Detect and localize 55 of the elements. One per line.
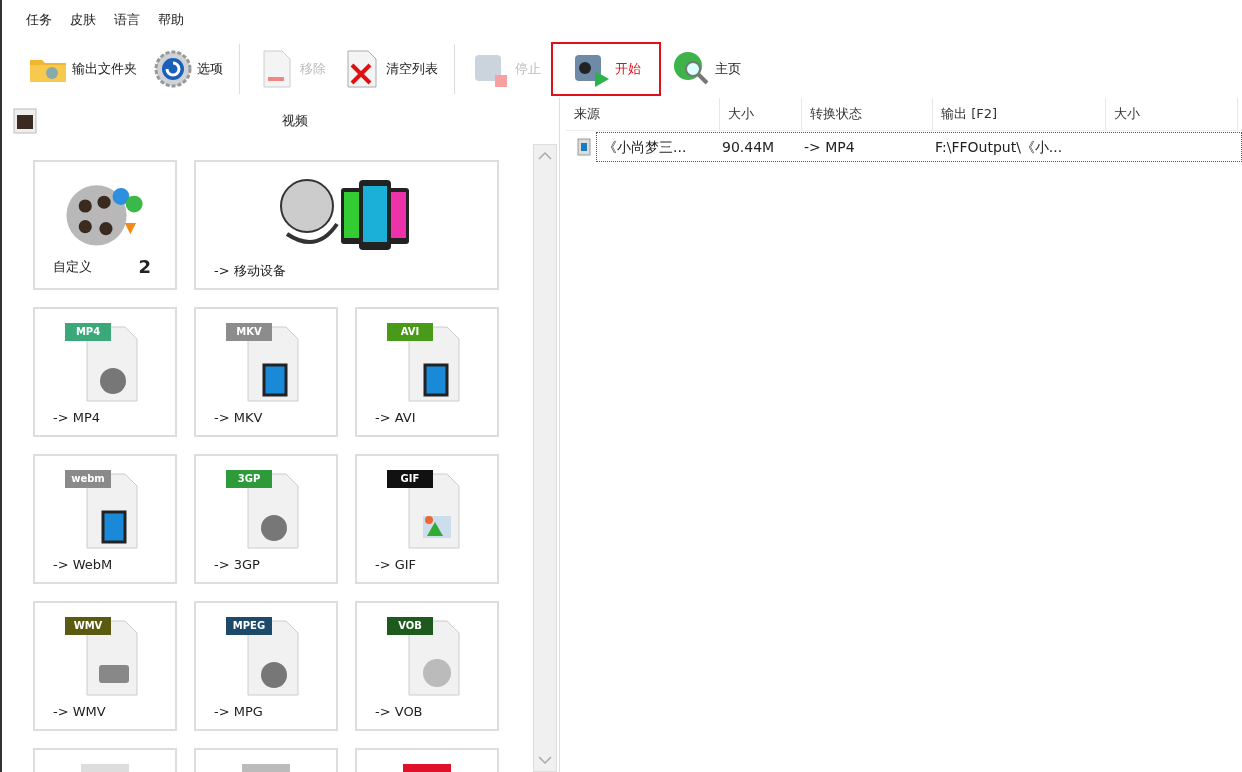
tile-label: -> MKV — [214, 408, 263, 427]
column-header[interactable]: 来源 — [566, 98, 720, 130]
toolbar-button[interactable]: 主页 — [665, 42, 747, 96]
menu-item[interactable]: 任务 — [26, 10, 52, 30]
table-cell-text: F:\FFOutput\《小... — [934, 137, 1064, 157]
format-tile[interactable]: webm -> WebM — [33, 454, 177, 584]
table-cell-text: 《小尚梦三... — [602, 137, 688, 157]
tile-label: -> 移动设备 — [214, 261, 286, 280]
tile-label: -> MP4 — [53, 408, 101, 427]
table-row[interactable]: 《小尚梦三... 90.44M -> MP4 F:\FFOutput\《小... — [596, 132, 1242, 162]
format-tile[interactable]: MKV -> MKV — [194, 307, 338, 437]
column-header[interactable]: 转换状态 — [802, 98, 933, 130]
format-tile[interactable]: MP4 -> MP4 — [33, 307, 177, 437]
toolbar-button[interactable]: 选项 — [147, 42, 229, 96]
format-badge: AVI — [387, 323, 433, 341]
format-tile[interactable]: MPEG -> MPG — [194, 601, 338, 731]
tile-label: -> 3GP — [214, 555, 260, 574]
format-badge: GIF — [387, 470, 433, 488]
format-badge: MKV — [226, 323, 272, 341]
table-cell-text: -> MP4 — [803, 137, 856, 157]
menu-item[interactable]: 皮肤 — [70, 10, 96, 30]
format-tile[interactable]: 3GP -> 3GP — [194, 454, 338, 584]
count-label: 2 — [138, 255, 151, 279]
tile-label: -> GIF — [375, 555, 417, 574]
menu-item[interactable]: 语言 — [114, 10, 140, 30]
format-tile[interactable]: GIF -> GIF — [355, 454, 499, 584]
format-badge: MPEG — [226, 617, 272, 635]
tile-label: -> WMV — [53, 702, 106, 721]
tile-label: -> WebM — [53, 555, 113, 574]
tile-label: -> MPG — [214, 702, 263, 721]
format-tile[interactable]: -> 移动设备 — [194, 160, 499, 290]
panel-title: 视频 — [282, 112, 308, 131]
format-badge: 3GP — [226, 470, 272, 488]
format-tile[interactable]: WMV -> WMV — [33, 601, 177, 731]
format-tile[interactable]: VOB -> VOB — [355, 601, 499, 731]
toolbar-button[interactable]: 输出文件夹 — [22, 42, 143, 96]
column-header[interactable]: 大小 — [720, 98, 802, 130]
format-badge: VOB — [387, 617, 433, 635]
toolbar-button[interactable]: 开始 — [551, 42, 661, 96]
scrollbar[interactable] — [533, 144, 557, 772]
tile-label: -> AVI — [375, 408, 416, 427]
column-header[interactable]: 大小 — [1106, 98, 1238, 130]
tile-label: 自定义 — [53, 257, 92, 276]
file-icon — [576, 138, 592, 156]
format-badge: MP4 — [65, 323, 111, 341]
gear-icon — [153, 49, 193, 89]
format-tile[interactable]: 自定义 2 — [33, 160, 177, 290]
format-badge: WMV — [65, 617, 111, 635]
tile-label: -> VOB — [375, 702, 423, 721]
toolbar-button[interactable]: 清空列表 — [336, 42, 444, 96]
table-cell-text: 90.44M — [721, 137, 776, 157]
menu-item[interactable]: 帮助 — [158, 10, 184, 30]
format-tile[interactable]: AVI -> AVI — [355, 307, 499, 437]
format-badge: webm — [65, 470, 111, 488]
column-header[interactable]: 输出 [F2] — [933, 98, 1106, 130]
